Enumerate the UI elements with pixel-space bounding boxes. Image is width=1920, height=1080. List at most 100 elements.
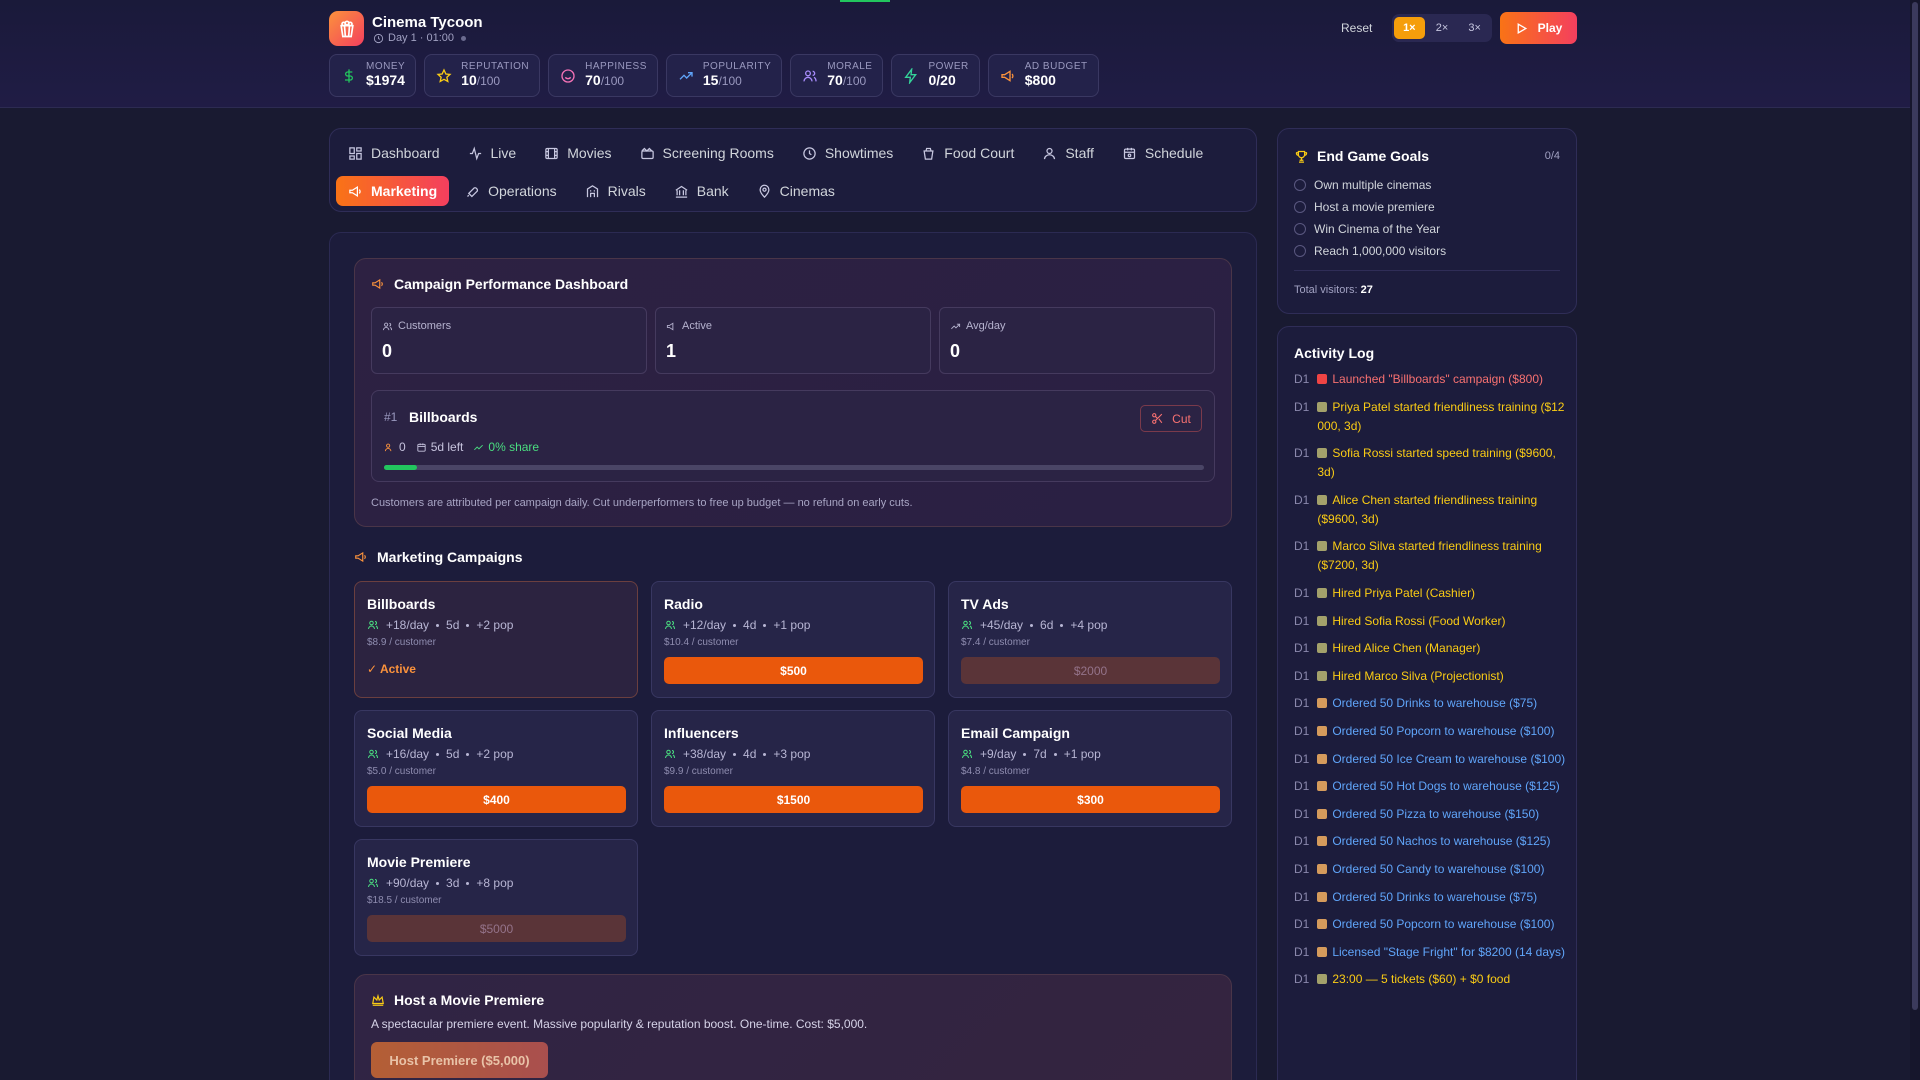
host-premiere-button[interactable]: Host Premiere ($5,000)	[371, 1042, 548, 1078]
users-icon	[665, 620, 675, 630]
tab-marketing[interactable]: Marketing	[336, 176, 450, 206]
log-type-icon	[1317, 919, 1328, 930]
campaign-card-billboards: Billboards +18/day 5d +2 pop $8.9 / cust…	[354, 581, 638, 698]
goal-item: Own multiple cinemas	[1294, 174, 1446, 196]
goal-item: Win Cinema of the Year	[1294, 218, 1446, 240]
tab-cinemas[interactable]: Cinemas	[745, 176, 847, 206]
campaign-stats: +90/day 3d +8 pop	[367, 876, 513, 890]
live-icon	[469, 145, 481, 161]
buy-campaign-button[interactable]: $500	[664, 657, 923, 684]
dollar-icon	[340, 67, 358, 85]
speed-option-2x[interactable]: 2×	[1427, 17, 1458, 39]
tab-dashboard[interactable]: Dashboard	[336, 138, 452, 168]
log-type-icon	[1317, 753, 1328, 764]
premiere-title: Host a Movie Premiere	[371, 992, 544, 1008]
log-entry: D1 Ordered 50 Popcorn to warehouse ($100)	[1294, 723, 1555, 738]
food-court-icon	[923, 147, 934, 160]
log-type-icon	[1317, 670, 1328, 681]
tab-movies[interactable]: Movies	[532, 138, 623, 168]
calendar-icon	[417, 442, 426, 452]
log-entry: D1 Ordered 50 Drinks to warehouse ($75)	[1294, 696, 1538, 711]
play-icon	[1517, 22, 1527, 34]
stat-value: 70/100	[827, 72, 867, 88]
cinemas-icon	[759, 184, 770, 198]
staff-icon	[1044, 147, 1056, 159]
buy-campaign-button[interactable]: $1500	[664, 786, 923, 813]
crown-icon	[372, 993, 384, 1006]
tab-screening-rooms[interactable]: Screening Rooms	[628, 138, 786, 168]
goals-list: Own multiple cinemas Host a movie premier…	[1294, 174, 1446, 262]
trend-icon	[677, 67, 695, 85]
speed-option-3x[interactable]: 3×	[1459, 17, 1490, 39]
tab-schedule[interactable]: Schedule	[1110, 138, 1215, 168]
play-label: Play	[1537, 21, 1563, 35]
activity-log-title: Activity Log	[1294, 345, 1375, 361]
log-type-icon	[1317, 891, 1328, 902]
goal-circle-icon	[1294, 223, 1306, 235]
tab-bank[interactable]: Bank	[662, 176, 741, 206]
scissors-icon	[1152, 413, 1163, 424]
users-icon	[962, 749, 972, 759]
tab-staff[interactable]: Staff	[1030, 138, 1106, 168]
rivals-icon	[586, 184, 598, 197]
buy-campaign-button[interactable]: $300	[961, 786, 1220, 813]
campaign-customers: 0	[384, 440, 406, 454]
smile-icon	[559, 67, 577, 85]
campaign-stats: +38/day 4d +3 pop	[664, 747, 810, 761]
page-scrollbar[interactable]	[1910, 0, 1920, 1080]
speed-selector: 1× 2× 3×	[1392, 14, 1492, 42]
campaign-cost-per-customer: $7.4 / customer	[961, 637, 1030, 648]
star-icon	[435, 67, 453, 85]
tab-operations[interactable]: Operations	[453, 176, 568, 206]
stat-popularity: POPULARITY 15/100	[665, 54, 783, 97]
reset-button[interactable]: Reset	[1341, 21, 1372, 35]
log-entry: D1 Ordered 50 Drinks to warehouse ($75)	[1294, 889, 1538, 904]
campaign-stats: +18/day 5d +2 pop	[367, 618, 513, 632]
speed-option-1x[interactable]: 1×	[1394, 17, 1425, 39]
log-type-icon	[1317, 946, 1328, 957]
scrollbar-thumb[interactable]	[1912, 2, 1918, 1010]
log-type-icon	[1317, 808, 1328, 819]
campaign-name: Movie Premiere	[367, 854, 471, 870]
log-entry: D1 Licensed "Stage Fright" for $8200 (14 …	[1294, 944, 1565, 959]
users-icon	[665, 749, 675, 759]
campaign-stats: +45/day 6d +4 pop	[961, 618, 1107, 632]
campaign-share: 0% share	[473, 440, 539, 454]
screening-rooms-icon	[640, 147, 654, 159]
megaphone-icon	[355, 551, 366, 563]
operations-icon	[467, 186, 479, 197]
activity-log-entries: D1 Launched "Billboards" campaign ($800) D…	[1294, 370, 1566, 998]
campaign-cost-per-customer: $10.4 / customer	[664, 637, 739, 648]
stat-money: MONEY $1974	[329, 54, 417, 97]
stat-value: 15/100	[702, 72, 742, 88]
stat-ad-budget: AD BUDGET $800	[987, 54, 1099, 97]
buy-campaign-button[interactable]: $5000	[367, 915, 626, 942]
users-icon	[801, 67, 819, 85]
tab-showtimes[interactable]: Showtimes	[790, 138, 905, 168]
bolt-icon	[902, 67, 920, 85]
kpi-active-value: 1	[666, 341, 677, 361]
campaign-card-social-media: Social Media +16/day 5d +2 pop $5.0 / cu…	[354, 710, 638, 827]
buy-campaign-button[interactable]: $2000	[961, 657, 1220, 684]
stat-value: $1974	[366, 72, 405, 88]
buy-campaign-button[interactable]: $400	[367, 786, 626, 813]
campaign-days-left: 5d left	[416, 440, 463, 454]
tab-food-court[interactable]: Food Court	[909, 138, 1026, 168]
campaign-name: Radio	[664, 596, 703, 612]
log-entry: D1 Hired Sofia Rossi (Food Worker)	[1294, 613, 1506, 628]
game-clock: Day 1 · 01:00	[373, 32, 467, 44]
campaign-name: Influencers	[664, 725, 739, 741]
log-entry: D1 Sofia Rossi started speed training ($9…	[1294, 446, 1556, 480]
tab-live[interactable]: Live	[456, 138, 529, 168]
cut-campaign-button[interactable]: Cut	[1140, 405, 1202, 432]
play-button[interactable]: Play	[1500, 12, 1577, 44]
log-entry: D1 Alice Chen started friendliness traini…	[1294, 492, 1538, 526]
campaign-active-badge: ✓ Active	[367, 662, 416, 676]
log-type-icon	[1317, 541, 1328, 552]
stat-morale: MORALE 70/100	[790, 54, 884, 97]
campaign-card-radio: Radio +12/day 4d +1 pop $10.4 / customer…	[651, 581, 935, 698]
log-type-icon	[1317, 494, 1328, 505]
log-entry: D1 Ordered 50 Hot Dogs to warehouse ($125…	[1294, 779, 1560, 794]
megaphone-icon	[372, 278, 383, 290]
tab-rivals[interactable]: Rivals	[573, 176, 658, 206]
